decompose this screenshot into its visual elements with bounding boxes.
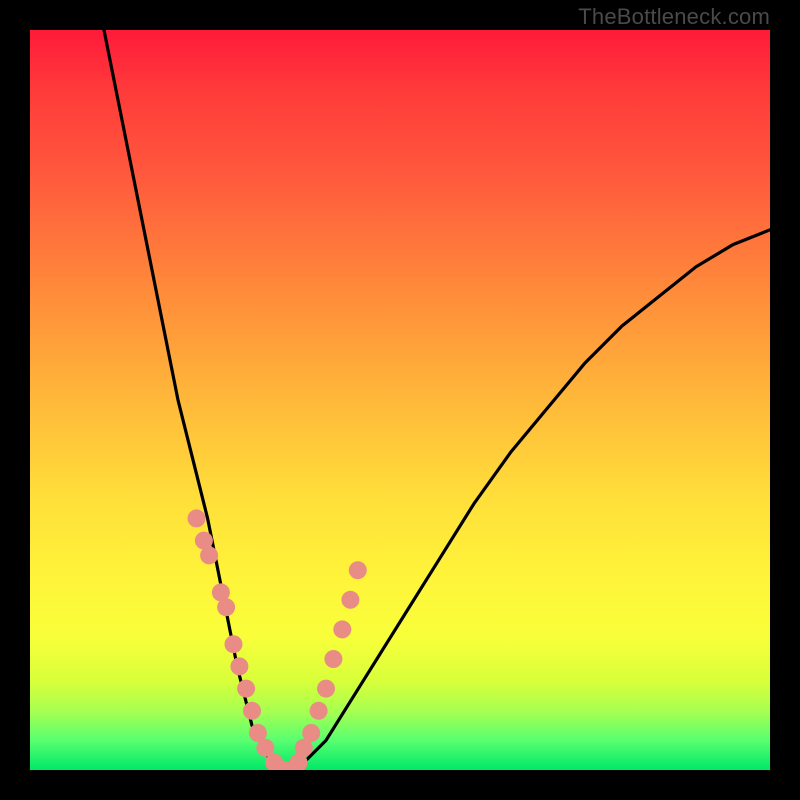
marker-dot [333,620,351,638]
chart-frame: TheBottleneck.com [0,0,800,800]
marker-dot [217,598,235,616]
marker-dot [341,591,359,609]
marker-dot [237,680,255,698]
marker-dot [188,509,206,527]
marker-dot [225,635,243,653]
marker-dot [317,680,335,698]
marker-dot [243,702,261,720]
chart-svg [30,30,770,770]
marker-dot [310,702,328,720]
marker-dot [324,650,342,668]
marker-group [188,509,367,770]
bottleneck-curve [104,30,770,770]
marker-dot [349,561,367,579]
chart-plot-area [30,30,770,770]
attribution-label: TheBottleneck.com [578,4,770,30]
marker-dot [302,724,320,742]
marker-dot [200,546,218,564]
marker-dot [230,657,248,675]
